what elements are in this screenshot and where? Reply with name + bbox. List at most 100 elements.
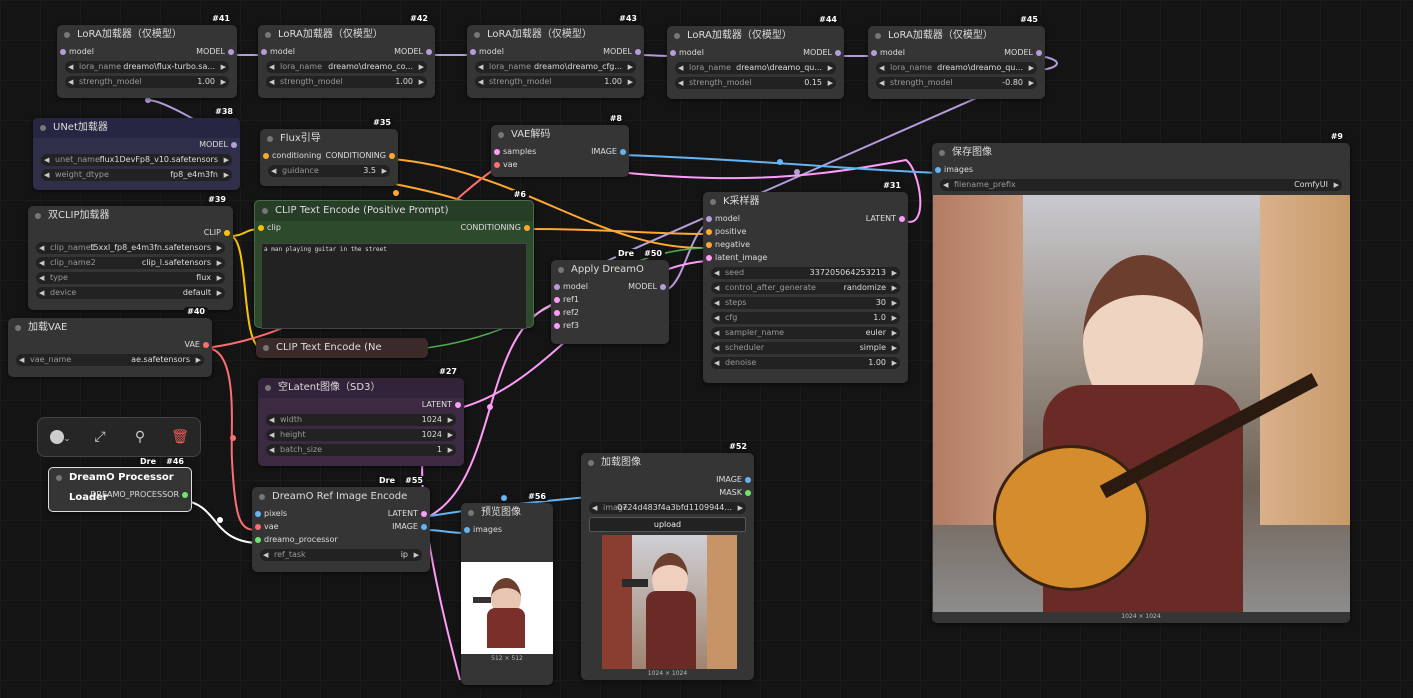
bypass-icon[interactable]: ⤢ <box>90 428 110 446</box>
model-output-socket[interactable] <box>228 49 234 55</box>
strength-widget[interactable]: strength_model1.00 <box>65 76 229 88</box>
node-title[interactable]: UNet加载器 <box>33 118 240 138</box>
model-output-socket[interactable] <box>1036 50 1042 56</box>
dreamo-ref-image-encode-node[interactable]: DreamO Ref Image Encode #55 Dre pixels LA… <box>252 476 430 572</box>
preview-image-node[interactable]: 预览图像 #56 images 512 × 512 <box>461 492 553 685</box>
node-title[interactable]: K采样器 <box>703 192 908 212</box>
node-title[interactable]: DreamO Processor Loader <box>49 468 191 503</box>
mask-output-socket[interactable] <box>745 490 751 496</box>
conditioning-output-socket[interactable] <box>524 225 530 231</box>
conditioning-input-socket[interactable] <box>263 153 269 159</box>
strength-widget[interactable]: strength_model1.00 <box>475 76 636 88</box>
node-title[interactable]: VAE解码 <box>491 125 629 145</box>
model-input-socket[interactable] <box>554 284 560 290</box>
lora-name-widget[interactable]: lora_namedreamo\dreamo_co... <box>266 61 427 73</box>
clip-name1-widget[interactable]: clip_name1t5xxl_fp8_e4m3fn.safetensors <box>36 242 225 254</box>
seed-widget[interactable]: seed337205064253213 <box>711 267 900 279</box>
pin-icon[interactable]: ⚲ <box>130 428 150 446</box>
node-title[interactable]: 加载VAE <box>8 318 212 338</box>
node-title[interactable]: CLIP Text Encode (Ne <box>256 338 428 358</box>
processor-output-socket[interactable] <box>182 492 188 498</box>
model-input-socket[interactable] <box>470 49 476 55</box>
image-output-socket[interactable] <box>421 524 427 530</box>
ref1-input-socket[interactable] <box>554 297 560 303</box>
node-title[interactable]: LoRA加载器（仅模型） <box>57 25 237 45</box>
latent-input-socket[interactable] <box>706 255 712 261</box>
flux-guidance-node[interactable]: Flux引导 #35 conditioningCONDITIONING guid… <box>260 118 398 186</box>
width-widget[interactable]: width1024 <box>266 414 456 426</box>
color-picker-button[interactable]: ⌄ <box>44 428 76 446</box>
strength-widget[interactable]: strength_model1.00 <box>266 76 427 88</box>
samples-input-socket[interactable] <box>494 149 500 155</box>
height-widget[interactable]: height1024 <box>266 429 456 441</box>
processor-input-socket[interactable] <box>255 537 261 543</box>
positive-input-socket[interactable] <box>706 229 712 235</box>
clip-output-socket[interactable] <box>224 230 230 236</box>
weight-dtype-widget[interactable]: weight_dtypefp8_e4m3fn <box>41 169 232 181</box>
node-title[interactable]: LoRA加载器（仅模型） <box>258 25 435 45</box>
model-output-socket[interactable] <box>426 49 432 55</box>
ref2-input-socket[interactable] <box>554 310 560 316</box>
filename-prefix-widget[interactable]: filename_prefixComfyUI <box>940 179 1342 191</box>
image-output-socket[interactable] <box>745 477 751 483</box>
node-title[interactable]: CLIP Text Encode (Positive Prompt) <box>255 201 533 221</box>
load-vae-node[interactable]: 加载VAE #40 VAE vae_nameae.safetensors <box>8 307 212 377</box>
ref-task-widget[interactable]: ref_taskip <box>260 549 422 561</box>
node-title[interactable]: 预览图像 <box>461 503 553 523</box>
lora-name-widget[interactable]: lora_namedreamo\dreamo_qu... <box>675 62 836 74</box>
node-title[interactable]: Apply DreamO <box>551 260 669 280</box>
empty-latent-node[interactable]: 空Latent图像（SD3） #27 LATENT width1024 heig… <box>258 367 464 466</box>
images-input-socket[interactable] <box>935 167 941 173</box>
guidance-widget[interactable]: guidance3.5 <box>268 165 390 177</box>
steps-widget[interactable]: steps30 <box>711 297 900 309</box>
model-output-socket[interactable] <box>635 49 641 55</box>
node-title[interactable]: DreamO Ref Image Encode <box>252 487 430 507</box>
unet-name-widget[interactable]: unet_nameflux1DevFp8_v10.safetensors <box>41 154 232 166</box>
model-output-socket[interactable] <box>660 284 666 290</box>
control-after-generate-widget[interactable]: control_after_generaterandomize <box>711 282 900 294</box>
model-output-socket[interactable] <box>231 142 237 148</box>
lora-name-widget[interactable]: lora_namedreamo\dreamo_cfg... <box>475 61 636 73</box>
type-widget[interactable]: typeflux <box>36 272 225 284</box>
load-image-node[interactable]: 加载图像 #52 IMAGE MASK image0724d483f4a3bfd… <box>581 442 754 680</box>
image-output-socket[interactable] <box>620 149 626 155</box>
lora-node-41[interactable]: LoRA加载器（仅模型） #41 model MODEL lora_namedre… <box>57 14 237 98</box>
lora-node-45[interactable]: LoRA加载器（仅模型） #45 model MODEL lora_namedre… <box>868 15 1045 99</box>
sampler-name-widget[interactable]: sampler_nameeuler <box>711 327 900 339</box>
node-title[interactable]: LoRA加载器（仅模型） <box>868 26 1045 46</box>
k-sampler-node[interactable]: K采样器 #31 model LATENT positive negative l… <box>703 181 908 383</box>
node-title[interactable]: LoRA加载器（仅模型） <box>467 25 644 45</box>
node-title[interactable]: 保存图像 <box>932 143 1350 163</box>
delete-icon[interactable]: 🗑 <box>170 428 190 446</box>
images-input-socket[interactable] <box>464 527 470 533</box>
dreamo-processor-loader-node[interactable]: DreamO Processor Loader #46 Dre DREAMO_P… <box>48 457 192 512</box>
lora-node-43[interactable]: LoRA加载器（仅模型） #43 model MODEL lora_namedre… <box>467 14 644 98</box>
prompt-textarea[interactable]: a man playing guitar in the street <box>261 243 527 329</box>
latent-output-socket[interactable] <box>899 216 905 222</box>
node-title[interactable]: 加载图像 <box>581 453 754 473</box>
clip-name2-widget[interactable]: clip_name2clip_l.safetensors <box>36 257 225 269</box>
node-title[interactable]: Flux引导 <box>260 129 398 149</box>
model-input-socket[interactable] <box>706 216 712 222</box>
vae-input-socket[interactable] <box>494 162 500 168</box>
clip-text-encode-positive-node[interactable]: CLIP Text Encode (Positive Prompt) #6 cl… <box>254 190 534 329</box>
clip-text-encode-negative-node[interactable]: CLIP Text Encode (Ne <box>256 338 428 358</box>
clip-input-socket[interactable] <box>258 225 264 231</box>
pixels-input-socket[interactable] <box>255 511 261 517</box>
cfg-widget[interactable]: cfg1.0 <box>711 312 900 324</box>
image-select-widget[interactable]: image0724d483f4a3bfd1109944... <box>589 502 746 514</box>
dual-clip-loader-node[interactable]: 双CLIP加载器 #39 CLIP clip_name1t5xxl_fp8_e4… <box>28 195 233 310</box>
lora-node-44[interactable]: LoRA加载器（仅模型） #44 model MODEL lora_namedre… <box>667 15 844 99</box>
node-title[interactable]: LoRA加载器（仅模型） <box>667 26 844 46</box>
save-image-node[interactable]: 保存图像 #9 images filename_prefixComfyUI 10… <box>932 132 1350 623</box>
model-output-socket[interactable] <box>835 50 841 56</box>
lora-name-widget[interactable]: lora_namedreamo\flux-turbo.sa... <box>65 61 229 73</box>
conditioning-output-socket[interactable] <box>389 153 395 159</box>
node-title[interactable]: 空Latent图像（SD3） <box>258 378 464 398</box>
apply-dreamo-node[interactable]: Apply DreamO #50 Dre model MODEL ref1 ref… <box>551 249 669 344</box>
model-input-socket[interactable] <box>60 49 66 55</box>
lora-name-widget[interactable]: lora_namedreamo\dreamo_qu... <box>876 62 1037 74</box>
model-input-socket[interactable] <box>871 50 877 56</box>
model-input-socket[interactable] <box>261 49 267 55</box>
scheduler-widget[interactable]: schedulersimple <box>711 342 900 354</box>
